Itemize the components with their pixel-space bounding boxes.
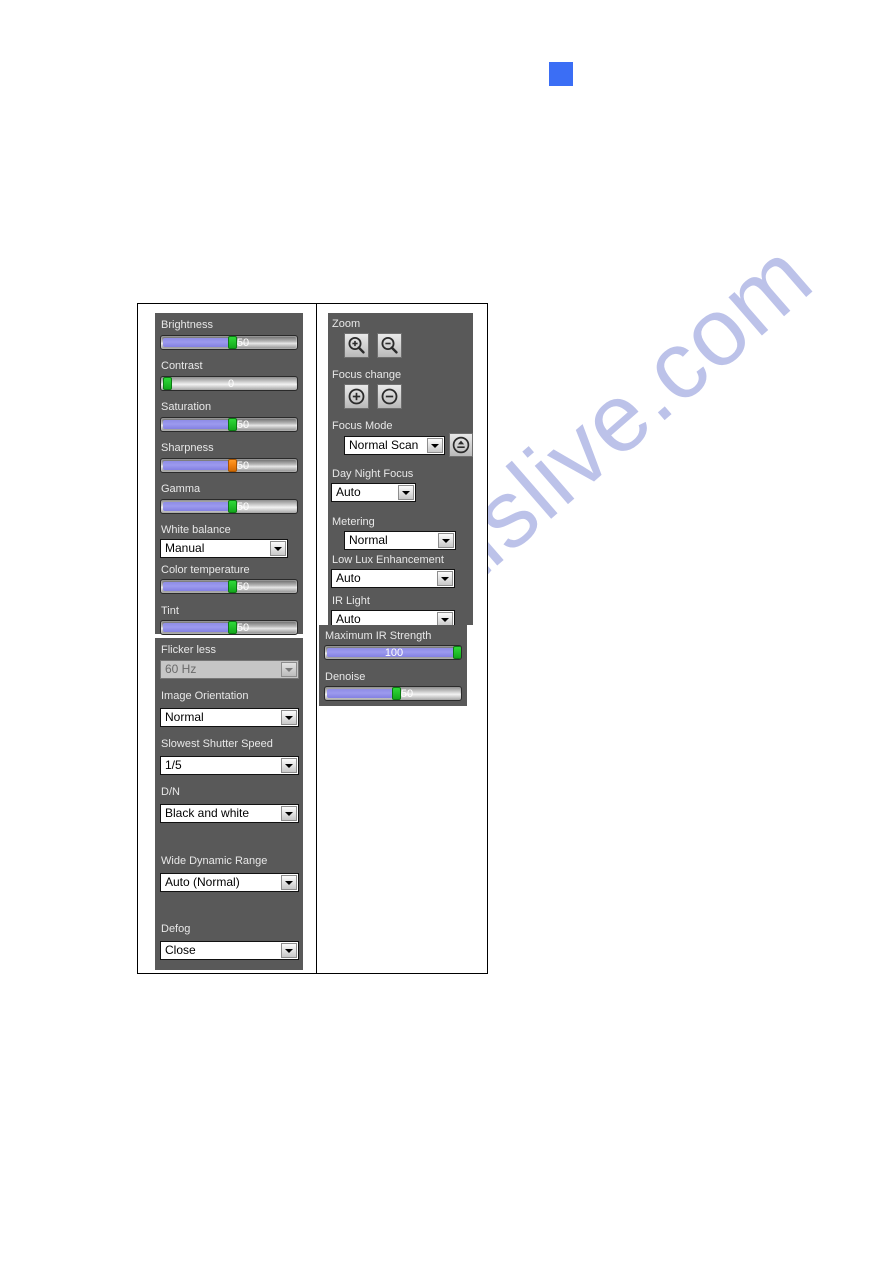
chevron-down-icon[interactable] xyxy=(281,758,297,773)
ir-strength-panel: Maximum IR Strength 100 Denoise 50 xyxy=(319,625,467,706)
zoom-out-icon[interactable] xyxy=(377,333,402,358)
contrast-slider[interactable]: 0 xyxy=(160,376,298,391)
focus-reset-icon[interactable] xyxy=(449,433,473,457)
chevron-down-icon[interactable] xyxy=(281,943,297,958)
wide-dynamic-range-select[interactable]: Auto (Normal) xyxy=(160,873,299,892)
low-lux-enhancement-value: Auto xyxy=(336,571,361,585)
camera-settings-dialog: Brightness 50 Contrast 0 Saturation 50 S… xyxy=(137,303,488,974)
dn-select[interactable]: Black and white xyxy=(160,804,299,823)
denoise-label: Denoise xyxy=(325,671,366,683)
contrast-handle[interactable] xyxy=(163,377,172,390)
focus-change-label: Focus change xyxy=(332,369,402,381)
day-night-focus-label: Day Night Focus xyxy=(332,468,414,480)
focus-mode-label: Focus Mode xyxy=(332,420,393,432)
denoise-value: 50 xyxy=(400,688,414,700)
gamma-value: 50 xyxy=(236,501,250,513)
defog-select[interactable]: Close xyxy=(160,941,299,960)
slowest-shutter-speed-value: 1/5 xyxy=(165,758,182,772)
color-temperature-fill xyxy=(163,582,229,591)
focus-mode-select[interactable]: Normal Scan xyxy=(344,436,445,455)
chevron-down-icon[interactable] xyxy=(281,875,297,890)
brightness-fill xyxy=(163,338,229,347)
color-temperature-slider[interactable]: 50 xyxy=(160,579,298,594)
slowest-shutter-speed-select[interactable]: 1/5 xyxy=(160,756,299,775)
dn-label: D/N xyxy=(161,786,180,798)
exposure-settings-panel: Flicker less 60 Hz Image Orientation Nor… xyxy=(155,638,303,970)
zoom-label: Zoom xyxy=(332,318,361,330)
chevron-down-icon[interactable] xyxy=(438,533,454,548)
tint-value: 50 xyxy=(236,622,250,634)
image-orientation-select[interactable]: Normal xyxy=(160,708,299,727)
sharpness-slider[interactable]: 50 xyxy=(160,458,298,473)
ir-light-label: IR Light xyxy=(332,595,370,607)
ir-light-value: Auto xyxy=(336,612,361,626)
contrast-label: Contrast xyxy=(161,360,203,372)
tint-label: Tint xyxy=(161,605,179,617)
dn-value: Black and white xyxy=(165,806,250,820)
defog-value: Close xyxy=(165,943,196,957)
maximum-ir-strength-value: 100 xyxy=(384,647,404,659)
focus-minus-icon[interactable] xyxy=(377,384,402,409)
white-balance-label: White balance xyxy=(161,524,231,536)
metering-label: Metering xyxy=(332,516,375,528)
low-lux-enhancement-label: Low Lux Enhancement xyxy=(332,554,444,566)
chevron-down-icon[interactable] xyxy=(270,541,286,556)
denoise-fill xyxy=(327,689,393,698)
sharpness-value: 50 xyxy=(236,460,250,472)
day-night-focus-select[interactable]: Auto xyxy=(331,483,416,502)
gamma-slider[interactable]: 50 xyxy=(160,499,298,514)
sharpness-label: Sharpness xyxy=(161,442,214,454)
maximum-ir-strength-slider[interactable]: 100 xyxy=(324,645,462,660)
color-temperature-label: Color temperature xyxy=(161,564,250,576)
tint-slider[interactable]: 50 xyxy=(160,620,298,635)
zoom-in-icon[interactable] xyxy=(344,333,369,358)
denoise-slider[interactable]: 50 xyxy=(324,686,462,701)
blue-square-marker xyxy=(549,62,573,86)
brightness-slider[interactable]: 50 xyxy=(160,335,298,350)
wide-dynamic-range-value: Auto (Normal) xyxy=(165,875,240,889)
chevron-down-icon[interactable] xyxy=(281,710,297,725)
focus-mode-value: Normal Scan xyxy=(349,438,419,452)
saturation-fill xyxy=(163,420,229,429)
sharpness-fill xyxy=(163,461,229,470)
gamma-label: Gamma xyxy=(161,483,201,495)
slowest-shutter-speed-label: Slowest Shutter Speed xyxy=(161,738,273,750)
maximum-ir-strength-label: Maximum IR Strength xyxy=(325,630,432,642)
chevron-down-icon[interactable] xyxy=(281,806,297,821)
lens-settings-column: Zoom Focus change Focus Mode Normal Scan… xyxy=(317,304,487,973)
flicker-less-select[interactable]: 60 Hz xyxy=(160,660,299,679)
contrast-value: 0 xyxy=(227,378,235,390)
wide-dynamic-range-label: Wide Dynamic Range xyxy=(161,855,268,867)
flicker-less-value: 60 Hz xyxy=(165,662,197,676)
gamma-fill xyxy=(163,502,229,511)
chevron-down-icon[interactable] xyxy=(437,571,453,586)
saturation-label: Saturation xyxy=(161,401,212,413)
chevron-down-icon[interactable] xyxy=(398,485,414,500)
day-night-focus-value: Auto xyxy=(336,485,361,499)
brightness-label: Brightness xyxy=(161,319,213,331)
defog-label: Defog xyxy=(161,923,191,935)
metering-select[interactable]: Normal xyxy=(344,531,456,550)
chevron-down-icon[interactable] xyxy=(427,438,443,453)
white-balance-select[interactable]: Manual xyxy=(160,539,288,558)
low-lux-enhancement-select[interactable]: Auto xyxy=(331,569,455,588)
white-balance-value: Manual xyxy=(165,541,205,555)
image-settings-column: Brightness 50 Contrast 0 Saturation 50 S… xyxy=(138,304,317,973)
image-orientation-label: Image Orientation xyxy=(161,690,249,702)
tint-fill xyxy=(163,623,229,632)
flicker-less-label: Flicker less xyxy=(161,644,217,656)
saturation-value: 50 xyxy=(236,419,250,431)
focus-plus-icon[interactable] xyxy=(344,384,369,409)
saturation-slider[interactable]: 50 xyxy=(160,417,298,432)
image-adjustment-panel: Brightness 50 Contrast 0 Saturation 50 S… xyxy=(155,313,303,635)
chevron-down-icon[interactable] xyxy=(281,662,297,677)
metering-value: Normal xyxy=(349,533,388,547)
lens-control-panel: Zoom Focus change Focus Mode Normal Scan… xyxy=(328,313,473,629)
color-temperature-value: 50 xyxy=(236,581,250,593)
brightness-value: 50 xyxy=(236,337,250,349)
image-orientation-value: Normal xyxy=(165,710,204,724)
